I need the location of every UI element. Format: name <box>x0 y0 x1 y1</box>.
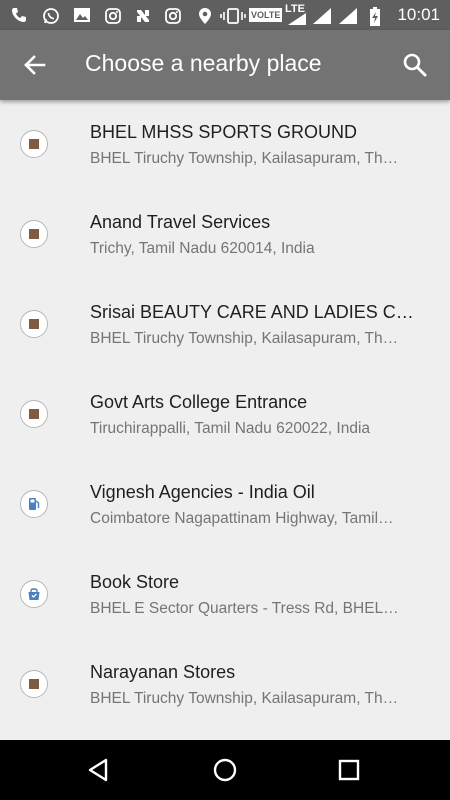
recents-nav-button[interactable] <box>334 755 364 785</box>
place-address: BHEL Tiruchy Township, Kailasapuram, Th… <box>90 690 399 707</box>
place-name: Narayanan Stores <box>90 662 236 682</box>
place-address: Trichy, Tamil Nadu 620014, India <box>90 240 315 257</box>
gas-station-icon <box>20 490 48 518</box>
image-icon <box>73 7 91 23</box>
place-name: BHEL MHSS SPORTS GROUND <box>90 122 358 142</box>
recents-square-icon <box>338 759 360 781</box>
place-name: Anand Travel Services <box>90 212 271 232</box>
page-title: Choose a nearby place <box>85 50 322 76</box>
place-address: BHEL Tiruchy Township, Kailasapuram, Th… <box>90 330 399 347</box>
location-icon <box>196 7 214 24</box>
list-item[interactable]: BHEL MHSS SPORTS GROUND BHEL Tiruchy Tow… <box>0 100 450 190</box>
list-item[interactable]: Anand Travel Services Trichy, Tamil Nadu… <box>0 190 450 280</box>
back-button[interactable] <box>18 50 52 80</box>
home-circle-icon <box>213 758 237 782</box>
place-name: Book Store <box>90 572 180 592</box>
place-pin-icon <box>20 670 48 698</box>
list-item[interactable]: Srisai BEAUTY CARE AND LADIES C… BHEL Ti… <box>0 280 450 370</box>
signal-icon <box>312 7 332 24</box>
back-nav-button[interactable] <box>84 755 114 785</box>
place-name: Vignesh Agencies - India Oil <box>90 482 315 502</box>
place-pin-icon <box>20 130 48 158</box>
place-pin-icon <box>20 400 48 428</box>
list-item[interactable]: Govt Arts College Entrance Tiruchirappal… <box>0 370 450 460</box>
list-item[interactable]: Book Store BHEL E Sector Quarters - Tres… <box>0 550 450 640</box>
instagram-icon <box>104 7 122 24</box>
app-bar: Choose a nearby place <box>0 30 450 100</box>
place-address: BHEL E Sector Quarters - Tress Rd, BHEL… <box>90 600 399 617</box>
volte-badge: VOLTE <box>249 8 283 22</box>
place-address: Tiruchirappalli, Tamil Nadu 620022, Indi… <box>90 420 371 437</box>
vibrate-icon <box>220 7 246 24</box>
phone-icon <box>10 7 28 23</box>
list-item[interactable]: Vignesh Agencies - India Oil Coimbatore … <box>0 460 450 550</box>
status-bar: VOLTE LTE 10:01 <box>0 0 450 30</box>
place-pin-icon <box>20 220 48 248</box>
signal-icon <box>338 7 358 24</box>
place-name: Govt Arts College Entrance <box>90 392 308 412</box>
battery-charging-icon <box>368 7 382 26</box>
news-icon <box>134 7 152 23</box>
place-address: BHEL Tiruchy Township, Kailasapuram, Th… <box>90 150 399 167</box>
place-address: Coimbatore Nagapattinam Highway, Tamil… <box>90 510 394 527</box>
search-button[interactable] <box>400 50 430 80</box>
signal-icon <box>287 12 307 28</box>
place-name: Srisai BEAUTY CARE AND LADIES C… <box>90 302 414 322</box>
arrow-back-icon <box>24 55 46 75</box>
list-item[interactable]: Narayanan Stores BHEL Tiruchy Township, … <box>0 640 450 730</box>
instagram-icon <box>164 7 182 24</box>
nearby-places-list: BHEL MHSS SPORTS GROUND BHEL Tiruchy Tow… <box>0 100 450 730</box>
back-triangle-icon <box>88 758 108 782</box>
home-nav-button[interactable] <box>210 755 240 785</box>
navigation-bar <box>0 740 450 800</box>
whatsapp-icon <box>42 7 60 24</box>
place-pin-icon <box>20 310 48 338</box>
shopping-bag-icon <box>20 580 48 608</box>
clock: 10:01 <box>397 5 440 24</box>
search-icon <box>403 53 427 77</box>
